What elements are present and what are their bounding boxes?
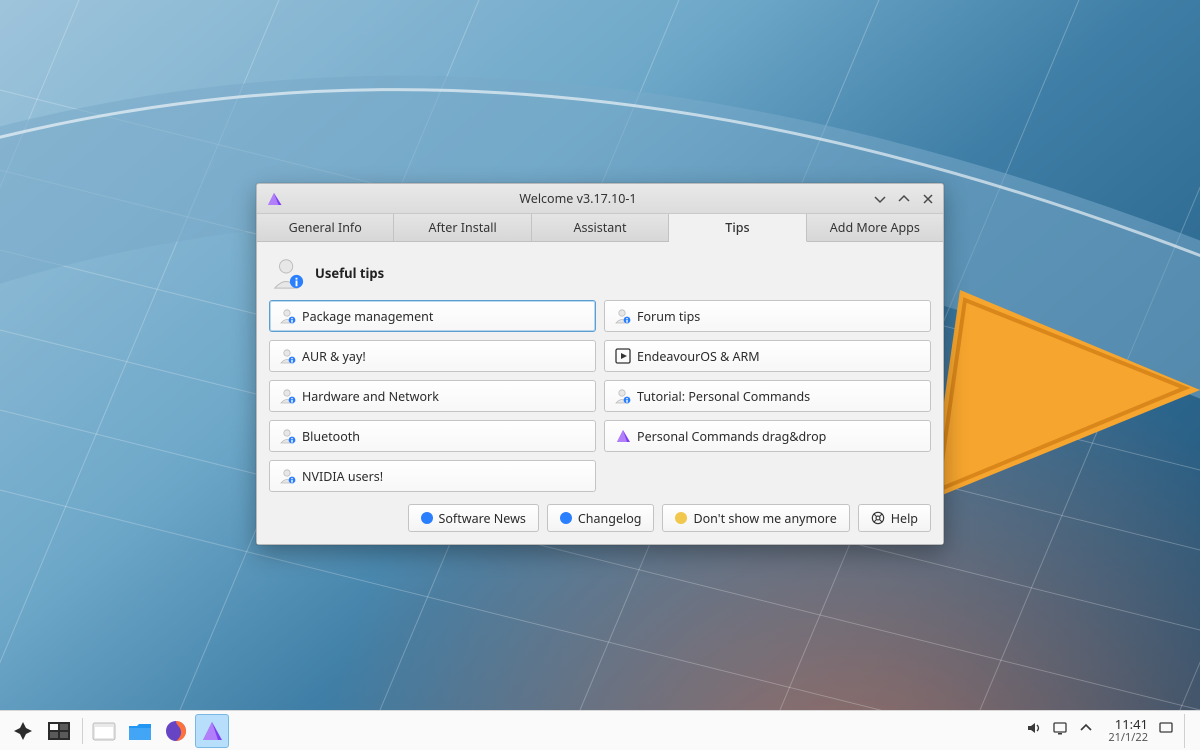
tip-label: EndeavourOS & ARM bbox=[637, 348, 760, 365]
taskbar: 11:41 21/1/22 bbox=[0, 710, 1200, 750]
tab-label: Tips bbox=[725, 219, 749, 236]
button-label: Help bbox=[891, 510, 918, 527]
button-label: Changelog bbox=[578, 510, 642, 527]
firefox-icon bbox=[164, 719, 188, 743]
network-icon[interactable] bbox=[1052, 720, 1068, 740]
tray-expand[interactable] bbox=[1078, 720, 1094, 740]
person-info-icon bbox=[280, 428, 296, 444]
endeavour-logo-icon bbox=[265, 190, 283, 208]
person-info-icon bbox=[280, 348, 296, 364]
window-title: Welcome v3.17.10-1 bbox=[283, 190, 873, 207]
titlebar[interactable]: Welcome v3.17.10-1 bbox=[257, 184, 943, 214]
tab-label: Add More Apps bbox=[830, 219, 920, 236]
person-info-icon bbox=[615, 308, 631, 324]
person-info-icon bbox=[615, 388, 631, 404]
firefox[interactable] bbox=[159, 714, 193, 748]
welcome-app[interactable] bbox=[195, 714, 229, 748]
person-info-icon bbox=[271, 256, 305, 290]
file-manager[interactable] bbox=[87, 714, 121, 748]
globe-icon bbox=[421, 512, 433, 524]
tab-tips[interactable]: Tips bbox=[669, 214, 806, 242]
bottom-actions: Software News Changelog Don't show me an… bbox=[269, 504, 931, 532]
play-square-icon bbox=[615, 348, 631, 364]
tab-label: General Info bbox=[289, 219, 362, 236]
folder-icon bbox=[92, 720, 116, 742]
tip-forum-tips[interactable]: Forum tips bbox=[604, 300, 931, 332]
section-header: Useful tips bbox=[271, 256, 931, 290]
section-heading: Useful tips bbox=[315, 264, 384, 282]
window-content: Useful tips bbox=[257, 242, 943, 544]
tip-label: Personal Commands drag&drop bbox=[637, 428, 826, 445]
tip-aur-yay[interactable]: AUR & yay! bbox=[269, 340, 596, 372]
clock[interactable]: 11:41 21/1/22 bbox=[1108, 717, 1148, 745]
tip-label: Tutorial: Personal Commands bbox=[637, 388, 810, 405]
tab-assistant[interactable]: Assistant bbox=[532, 214, 669, 241]
dolphin[interactable] bbox=[123, 714, 157, 748]
person-info-icon bbox=[280, 308, 296, 324]
tip-label: Forum tips bbox=[637, 308, 700, 325]
tip-package-management[interactable]: Package management bbox=[269, 300, 596, 332]
tip-nvidia-users[interactable]: NVIDIA users! bbox=[269, 460, 596, 492]
virtual-desktops[interactable] bbox=[42, 714, 76, 748]
tab-label: Assistant bbox=[574, 219, 627, 236]
app-launcher[interactable] bbox=[6, 714, 40, 748]
dont-show-button[interactable]: Don't show me anymore bbox=[662, 504, 849, 532]
welcome-window: Welcome v3.17.10-1 General Info After In… bbox=[256, 183, 944, 545]
tips-grid: Package management Forum tips AUR & yay!… bbox=[269, 300, 931, 492]
close-button[interactable] bbox=[921, 192, 935, 206]
endeavour-logo-icon bbox=[200, 719, 224, 743]
volume-icon[interactable] bbox=[1026, 720, 1042, 740]
tip-label: Hardware and Network bbox=[302, 388, 439, 405]
clock-date: 21/1/22 bbox=[1108, 732, 1148, 745]
tip-label: Bluetooth bbox=[302, 428, 360, 445]
dolphin-folder-icon bbox=[127, 720, 153, 742]
button-label: Software News bbox=[439, 510, 526, 527]
face-icon bbox=[675, 512, 687, 524]
tab-add-more-apps[interactable]: Add More Apps bbox=[807, 214, 943, 241]
tab-bar: General Info After Install Assistant Tip… bbox=[257, 214, 943, 242]
kde-start-icon bbox=[12, 720, 34, 742]
tip-label: Package management bbox=[302, 308, 433, 325]
tip-label: NVIDIA users! bbox=[302, 468, 383, 485]
software-news-button[interactable]: Software News bbox=[408, 504, 539, 532]
tip-personal-commands-dragdrop[interactable]: Personal Commands drag&drop bbox=[604, 420, 931, 452]
endeavour-logo-icon bbox=[615, 428, 631, 444]
person-info-icon bbox=[280, 468, 296, 484]
peek-desktop[interactable] bbox=[1158, 720, 1174, 740]
maximize-button[interactable] bbox=[897, 192, 911, 206]
system-tray: 11:41 21/1/22 bbox=[1026, 717, 1178, 745]
minimize-button[interactable] bbox=[873, 192, 887, 206]
globe-icon bbox=[560, 512, 572, 524]
tip-bluetooth[interactable]: Bluetooth bbox=[269, 420, 596, 452]
help-button[interactable]: Help bbox=[858, 504, 931, 532]
tip-hardware-network[interactable]: Hardware and Network bbox=[269, 380, 596, 412]
changelog-button[interactable]: Changelog bbox=[547, 504, 655, 532]
tip-tutorial-personal-commands[interactable]: Tutorial: Personal Commands bbox=[604, 380, 931, 412]
tab-after-install[interactable]: After Install bbox=[394, 214, 531, 241]
desktops-icon bbox=[47, 721, 71, 741]
separator bbox=[82, 718, 83, 744]
show-desktop[interactable] bbox=[1184, 714, 1194, 748]
help-icon bbox=[871, 511, 885, 525]
tab-general-info[interactable]: General Info bbox=[257, 214, 394, 241]
tip-endeavouros-arm[interactable]: EndeavourOS & ARM bbox=[604, 340, 931, 372]
tab-label: After Install bbox=[429, 219, 497, 236]
person-info-icon bbox=[280, 388, 296, 404]
button-label: Don't show me anymore bbox=[693, 510, 836, 527]
tip-label: AUR & yay! bbox=[302, 348, 366, 365]
